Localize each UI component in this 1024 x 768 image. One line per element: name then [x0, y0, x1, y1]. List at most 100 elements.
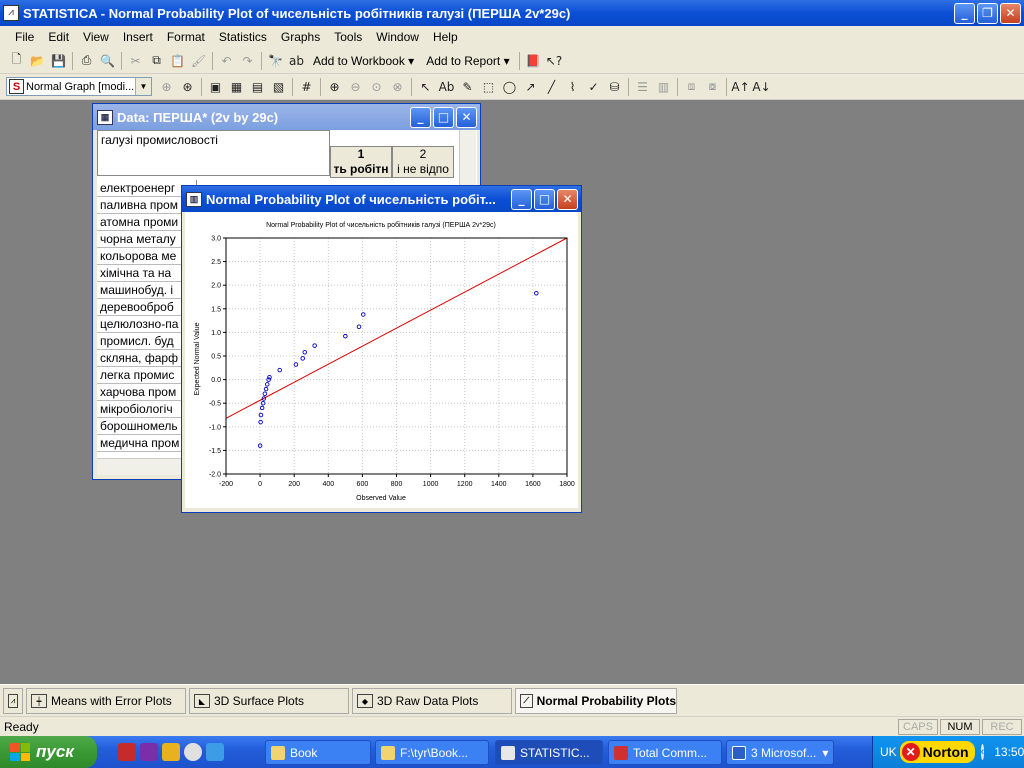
task-3d-raw-data-plots[interactable]: ◆ 3D Raw Data Plots [352, 688, 512, 714]
menu-help[interactable]: Help [426, 26, 465, 48]
font-increase-icon[interactable]: A↑ [730, 77, 751, 97]
data-window-close-button[interactable]: ✕ [456, 106, 477, 128]
print-preview-icon[interactable]: 🔍 [97, 51, 118, 71]
bring-front-icon[interactable]: ⧈ [681, 77, 702, 97]
zoom-out-icon[interactable]: ⊖ [345, 77, 366, 97]
plot-window-maximize-button[interactable]: □ [534, 188, 555, 210]
x-axis-label: Observed Value [356, 495, 406, 502]
menu-insert[interactable]: Insert [116, 26, 160, 48]
draw-shape-icon[interactable]: ⬚ [478, 77, 499, 97]
paste-icon[interactable]: 📋 [167, 51, 188, 71]
plot-window-title: Normal Probability Plot of чисельність р… [206, 191, 496, 207]
zoom-reset-icon[interactable]: ⊙ [366, 77, 387, 97]
quicklaunch-app-icon[interactable] [140, 743, 158, 761]
menu-format[interactable]: Format [160, 26, 212, 48]
copy-icon[interactable]: ⧉ [146, 51, 167, 71]
normal-probability-chart[interactable]: Normal Probability Plot of чисельність р… [185, 212, 578, 508]
y-tick-label: 3.0 [211, 236, 221, 243]
menu-tools[interactable]: Tools [327, 26, 369, 48]
toolbar-separator [677, 77, 678, 96]
new-file-icon[interactable]: 🗋 [6, 51, 27, 71]
pointer-icon[interactable]: ↖ [415, 77, 436, 97]
taskbar-item-statistica[interactable]: STATISTIC... [495, 740, 603, 765]
start-button[interactable]: пуск [0, 736, 97, 768]
replace-icon[interactable]: ab [286, 51, 307, 71]
format-painter-icon[interactable]: 🖌 [188, 51, 209, 71]
taskbar-item-book-path[interactable]: F:\tyr\Book... [375, 740, 489, 765]
print-icon[interactable]: ⎙ [76, 51, 97, 71]
add-to-workbook-button[interactable]: Add to Workbook ▾ [307, 54, 420, 68]
graph-data-icon[interactable]: ▦ [226, 77, 247, 97]
graph-layout-icon[interactable]: ▤ [247, 77, 268, 97]
task-3d-surface-plots[interactable]: ◣ 3D Surface Plots [189, 688, 349, 714]
grid-icon[interactable]: # [296, 77, 317, 97]
draw-curve-icon[interactable]: ✓ [583, 77, 604, 97]
draw-polyline-icon[interactable]: ⌇ [562, 77, 583, 97]
graph-style-icon[interactable]: ▧ [268, 77, 289, 97]
taskbar-item-word-group[interactable]: 3 Microsof... ▾ [726, 740, 834, 765]
minimize-button[interactable]: _ [954, 2, 975, 24]
opera-icon[interactable] [118, 743, 136, 761]
book-icon[interactable]: 📕 [523, 51, 544, 71]
task-normal-probability-plots[interactable]: ⟋ Normal Probability Plots [515, 688, 677, 714]
menu-edit[interactable]: Edit [41, 26, 76, 48]
menu-window[interactable]: Window [369, 26, 426, 48]
quicklaunch-edit-icon[interactable] [162, 743, 180, 761]
data-window-minimize-button[interactable]: _ [410, 106, 431, 128]
draw-tool-icon[interactable]: ✎ [457, 77, 478, 97]
draw-circle-icon[interactable]: ◯ [499, 77, 520, 97]
menu-view[interactable]: View [76, 26, 116, 48]
chevron-down-icon[interactable]: ▼ [135, 78, 151, 95]
embed-object-icon[interactable]: ⛁ [604, 77, 625, 97]
undo-icon[interactable]: ↶ [216, 51, 237, 71]
redo-icon[interactable]: ↷ [237, 51, 258, 71]
x-tick-label: 1600 [525, 481, 541, 488]
zoom-cancel-icon[interactable]: ⊗ [387, 77, 408, 97]
statistica-app-icon[interactable]: ⩘ [3, 5, 19, 21]
graph-options-icon[interactable]: ▣ [205, 77, 226, 97]
add-to-report-button[interactable]: Add to Report ▾ [420, 54, 515, 68]
column-header-2[interactable]: 2і не відпо [392, 146, 454, 178]
find-icon[interactable]: 🔭 [265, 51, 286, 71]
data-window-titlebar[interactable]: ▦ Data: ПЕРША* (2v by 29c) _ □ ✕ [93, 104, 480, 130]
language-indicator[interactable]: UK [880, 745, 897, 759]
plot-area[interactable]: Normal Probability Plot of чисельність р… [185, 212, 578, 508]
plot-window-close-button[interactable]: ✕ [557, 188, 578, 210]
cut-icon[interactable]: ✂ [125, 51, 146, 71]
context-help-icon[interactable]: ↖? [544, 51, 565, 71]
main-titlebar[interactable]: ⩘ STATISTICA - Normal Probability Plot o… [0, 0, 1024, 26]
send-back-icon[interactable]: ⧇ [702, 77, 723, 97]
total-commander-icon [614, 745, 628, 760]
menu-graphs[interactable]: Graphs [274, 26, 327, 48]
brush-icon[interactable]: ⊕ [156, 77, 177, 97]
font-decrease-icon[interactable]: A↓ [751, 77, 772, 97]
menu-statistics[interactable]: Statistics [212, 26, 274, 48]
text-tool-icon[interactable]: Ab [436, 77, 457, 97]
tray-arrow-icon[interactable]: ‹ [980, 744, 985, 760]
internet-explorer-icon[interactable] [206, 743, 224, 761]
plot-window-minimize-button[interactable]: _ [511, 188, 532, 210]
maximize-button[interactable]: ❐ [977, 2, 998, 24]
task-switcher-app-button[interactable]: ⩘ [3, 688, 23, 714]
plot-window-titlebar[interactable]: ▥ Normal Probability Plot of чисельність… [182, 186, 581, 212]
plot-window[interactable]: ▥ Normal Probability Plot of чисельність… [181, 185, 582, 513]
save-icon[interactable]: 💾 [48, 51, 69, 71]
menu-file[interactable]: File [8, 26, 41, 48]
zoom-in-icon[interactable]: ⊕ [324, 77, 345, 97]
distribute-icon[interactable]: ▥ [653, 77, 674, 97]
draw-arrow-icon[interactable]: ↗ [520, 77, 541, 97]
taskbar-item-total-commander[interactable]: Total Comm... [608, 740, 722, 765]
zoom-graph-icon[interactable]: ⊛ [177, 77, 198, 97]
media-player-icon[interactable] [184, 743, 202, 761]
data-window-maximize-button[interactable]: □ [433, 106, 454, 128]
norton-badge[interactable]: ✕ Norton [899, 741, 975, 763]
task-means-error-plots[interactable]: ┿ Means with Error Plots [26, 688, 186, 714]
case-name-header[interactable]: галузі промисловості [97, 130, 330, 176]
taskbar-item-book[interactable]: Book [265, 740, 371, 765]
graph-type-combo[interactable]: S Normal Graph [modi... ▼ [6, 77, 152, 96]
column-header-1[interactable]: 1 ть робітн [330, 146, 392, 178]
align-icon[interactable]: ☰ [632, 77, 653, 97]
open-folder-icon[interactable]: 📂 [27, 51, 48, 71]
draw-line-icon[interactable]: ╱ [541, 77, 562, 97]
close-button[interactable]: ✕ [1000, 2, 1021, 24]
